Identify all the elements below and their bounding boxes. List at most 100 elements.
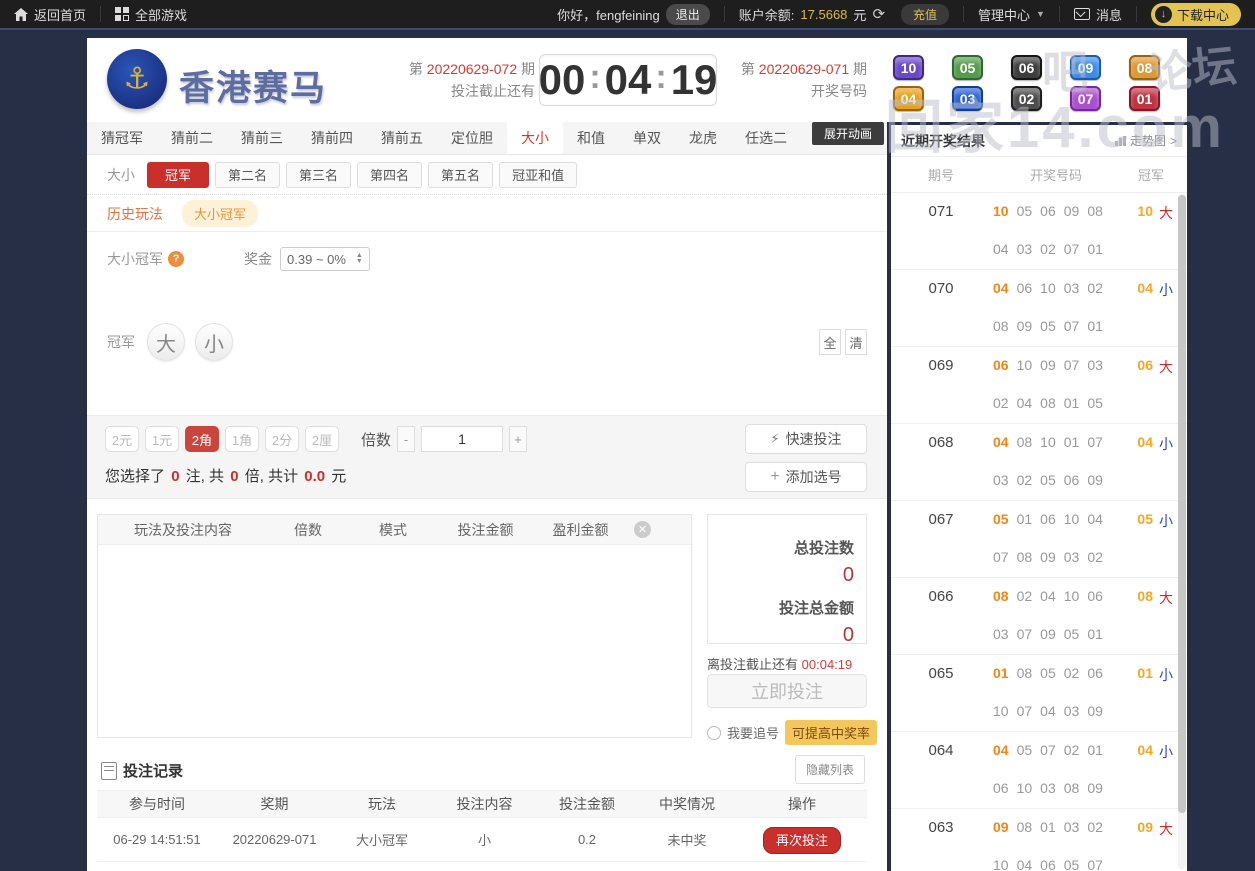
site-logo[interactable]: ⚓: [107, 49, 167, 109]
grid-icon: [115, 7, 130, 21]
number-pick-row: 冠军 大小 全 清: [87, 314, 887, 370]
download-center-button[interactable]: ↓ 下载中心: [1137, 0, 1255, 29]
balance-unit: 元: [853, 7, 867, 23]
chip-2厘[interactable]: 2厘: [305, 426, 339, 452]
tab-猜前五[interactable]: 猜前五: [367, 122, 437, 154]
quick-bet-button[interactable]: ⚡ 快速投注: [745, 424, 867, 454]
home-link[interactable]: 返回首页: [0, 0, 100, 29]
chase-number-row: 我要追号 可提高中奖率: [707, 720, 878, 745]
bet-now-button[interactable]: 立即投注: [707, 674, 867, 708]
history-tag-button[interactable]: 大小冠军: [182, 200, 259, 227]
chase-radio[interactable]: [707, 725, 721, 740]
tab-和值[interactable]: 和值: [563, 122, 619, 154]
result-number: 05: [1040, 665, 1056, 681]
chase-badge: 可提高中奖率: [785, 720, 878, 745]
result-number: 04: [993, 280, 1009, 296]
result-number: 06: [1040, 511, 1056, 527]
recent-results-header: 近期开奖结果 走势图 >: [891, 125, 1187, 157]
position-option-第二名[interactable]: 第二名: [215, 161, 281, 188]
result-number: 10: [1016, 357, 1033, 373]
play-type-tabs: 猜冠军猜前二猜前三猜前四猜前五定位胆大小和值单双龙虎任选二任选三: [87, 122, 887, 155]
result-number: 09: [1087, 703, 1103, 719]
denomination-chips: 2元1元2角1角2分2厘 倍数- +: [105, 426, 528, 452]
result-number: 08: [1016, 819, 1033, 835]
result-numbers-line2: 08 09 05 07 01: [993, 318, 1131, 334]
result-number: 10: [1016, 780, 1033, 796]
result-number: 09: [1040, 626, 1056, 642]
all-games-link[interactable]: 全部游戏: [101, 0, 201, 29]
multiplier-label: 倍数: [361, 431, 392, 449]
result-numbers-line2: 10 07 04 03 09: [993, 703, 1131, 719]
spinner-arrows-icon: ▲ ▼: [355, 252, 363, 265]
record-cell: 0.2: [577, 832, 597, 847]
trend-chart-link[interactable]: 走势图 >: [1114, 132, 1177, 149]
multiplier-plus-button[interactable]: +: [509, 426, 528, 452]
tab-猜前四[interactable]: 猜前四: [297, 122, 367, 154]
tab-大小[interactable]: 大小: [507, 122, 563, 154]
result-number: 05: [993, 511, 1009, 527]
chip-2角[interactable]: 2角: [185, 426, 219, 452]
result-numbers-line2: 06 10 03 08 09: [993, 780, 1131, 796]
bet-records-table: 参与时间 奖期 玩法 投注内容 投注金额 中奖情况 操作 06-29 14:51:51 202…: [97, 790, 867, 862]
close-circle-icon[interactable]: ✕: [634, 521, 651, 538]
tab-单双[interactable]: 单双: [619, 122, 675, 154]
refresh-icon[interactable]: ⟳: [872, 5, 885, 23]
size-option-小[interactable]: 小: [195, 323, 233, 361]
position-option-冠亚和值[interactable]: 冠亚和值: [499, 161, 578, 188]
add-selection-button[interactable]: + 添加选号: [745, 462, 867, 492]
result-number: 10: [1040, 434, 1056, 450]
result-number: 05: [1040, 472, 1056, 488]
chip-2元[interactable]: 2元: [105, 426, 139, 452]
chip-1元[interactable]: 1元: [145, 426, 179, 452]
champion-cell: 08 大: [1117, 588, 1173, 608]
result-number: 08: [1016, 549, 1033, 565]
clear-button[interactable]: 清: [845, 329, 867, 355]
result-number: 04: [1016, 857, 1033, 871]
result-number: 10: [993, 703, 1009, 719]
logout-button[interactable]: 退出: [665, 0, 724, 29]
select-all-button[interactable]: 全: [819, 329, 841, 355]
position-option-第五名[interactable]: 第五名: [428, 161, 494, 188]
rebet-button[interactable]: 再次投注: [762, 827, 841, 854]
hide-list-button[interactable]: 隐藏列表: [794, 755, 865, 784]
question-icon[interactable]: ?: [168, 251, 184, 267]
chip-2分[interactable]: 2分: [265, 426, 299, 452]
champion-size: 大: [1159, 590, 1173, 606]
prize-play-name: 大小冠军: [107, 251, 163, 267]
messages-link[interactable]: 消息: [1060, 0, 1136, 29]
result-number: 04: [993, 241, 1009, 257]
amount-panel: 2元1元2角1角2分2厘 倍数- + 您选择了 0 注, 共 0 倍, 共计 0.0…: [87, 415, 887, 499]
result-numbers-line1: 05 01 06 10 04: [993, 511, 1131, 527]
bonus-select[interactable]: 0.39 ~ 0% ▲ ▼: [280, 247, 370, 271]
multiplier-input[interactable]: [421, 426, 504, 452]
expand-animation-button[interactable]: 展开动画: [811, 122, 884, 145]
bet-deadline-countdown: 00:04:19: [801, 657, 853, 672]
position-option-第三名[interactable]: 第三名: [286, 161, 352, 188]
sidebar-scrollbar-thumb[interactable]: [1178, 195, 1186, 813]
result-number: 08: [1087, 203, 1103, 219]
total-amount-value: 0: [842, 624, 854, 646]
tab-猜前二[interactable]: 猜前二: [157, 122, 227, 154]
tab-猜冠军[interactable]: 猜冠军: [87, 122, 157, 154]
tab-定位胆[interactable]: 定位胆: [437, 122, 507, 154]
history-play-row: 历史玩法 大小冠军: [87, 196, 887, 232]
tab-猜前三[interactable]: 猜前三: [227, 122, 297, 154]
result-numbers-line1: 06 10 09 07 03: [993, 357, 1131, 373]
position-option-冠军[interactable]: 冠军: [147, 161, 209, 188]
chip-1角[interactable]: 1角: [225, 426, 259, 452]
tab-任选二[interactable]: 任选二: [731, 122, 801, 154]
tab-龙虎[interactable]: 龙虎: [675, 122, 731, 154]
play-row-label: 大小: [107, 166, 135, 183]
history-label: 历史玩法: [107, 205, 163, 222]
result-number: 02: [993, 395, 1009, 411]
result-number: 10: [993, 857, 1009, 871]
size-option-大[interactable]: 大: [147, 323, 185, 361]
countdown-seconds: 19: [670, 56, 718, 103]
result-number: 06: [993, 780, 1009, 796]
admin-center-menu[interactable]: 管理中心 ▼: [964, 0, 1059, 29]
site-name: 香港赛马: [179, 69, 328, 108]
record-cell: 未中奖: [667, 833, 707, 848]
position-option-第四名[interactable]: 第四名: [357, 161, 423, 188]
recharge-button[interactable]: 充值: [899, 0, 963, 29]
multiplier-minus-button[interactable]: -: [397, 426, 416, 452]
